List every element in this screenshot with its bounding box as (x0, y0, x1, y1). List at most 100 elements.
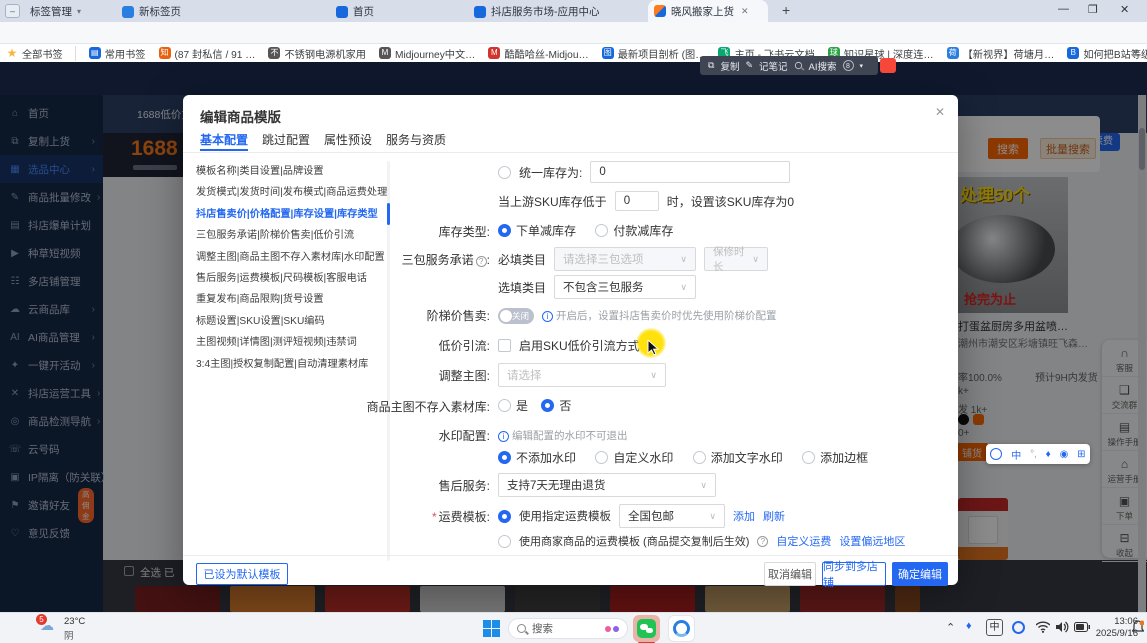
tab-service-qualification[interactable]: 服务与资质 (386, 131, 446, 148)
taskbar-search[interactable]: 搜索 (508, 618, 628, 639)
tab-homepage[interactable]: 首页 (330, 2, 380, 21)
bookmark-item[interactable]: ★ 全部书签 (6, 46, 76, 61)
notification-bell-icon[interactable] (1132, 620, 1144, 634)
weather-temp[interactable]: 23°C (64, 616, 85, 627)
bookmark-item[interactable]: ▤ 常用书签 (89, 46, 146, 61)
help-icon[interactable]: ? (757, 536, 768, 547)
pinned-tab-icon[interactable]: – (5, 4, 20, 18)
cancel-edit-button[interactable]: 取消编辑 (764, 562, 816, 586)
freight-refresh-link[interactable]: 刷新 (763, 508, 785, 524)
sync-multi-shop-button[interactable]: 同步到多店铺 (822, 562, 886, 586)
ime-icon[interactable]: 中 (986, 619, 1003, 636)
browser-logo (673, 620, 690, 637)
tab-skip-config[interactable]: 跳过配置 (262, 131, 310, 148)
radio-option[interactable]: 自定义水印 (595, 449, 673, 466)
radio-label: 添加文字水印 (711, 449, 783, 466)
freight-template-select[interactable]: 全国包邮 ∨ (619, 504, 725, 528)
custom-freight-link[interactable]: 自定义运费 (776, 533, 831, 549)
bookmark-item[interactable]: M 酷酷哈丝-Midjou… (488, 46, 588, 61)
start-button[interactable] (483, 620, 500, 637)
warranty-select[interactable]: 保修时长 ∨ (704, 247, 768, 271)
radio-option[interactable]: 添加文字水印 (693, 449, 783, 466)
help-icon[interactable]: ? (476, 256, 487, 267)
chevron-down-icon: ∨ (680, 254, 687, 265)
three-pack-optional-select[interactable]: 不包含三包服务 ∨ (554, 275, 696, 299)
confirm-edit-button[interactable]: 确定编辑 (892, 562, 948, 586)
radio-option[interactable]: 添加边框 (802, 449, 868, 466)
bookmark-item[interactable]: M Midjourney中文… (379, 46, 475, 61)
caret-down-icon[interactable]: ▾ (860, 62, 864, 70)
speaker-icon[interactable] (1056, 621, 1069, 633)
browser-tab-strip: – 标签管理 ▾ 新标签页 首页 抖店服务市场-应用中心 晓风搬家上货 ✕ + … (0, 0, 1147, 22)
freight-radio-2[interactable] (498, 535, 511, 548)
note-text: 开启后，设置抖店售卖价时优先使用阶梯价配置 (556, 310, 777, 322)
weather-desc[interactable]: 阴 (64, 628, 74, 642)
unified-stock-input[interactable] (590, 161, 790, 183)
translate-icon[interactable]: 中 (1011, 447, 1021, 462)
promo-red-badge[interactable] (880, 58, 896, 73)
radio-label: 不添加水印 (516, 449, 576, 466)
mic-tray-icon[interactable]: ♦ (966, 620, 972, 632)
default-template-button[interactable]: 已设为默认模板 (196, 563, 288, 585)
bookmark-item[interactable]: 知 (87 封私信 / 91 … (159, 46, 256, 61)
close-tab-icon[interactable]: ✕ (741, 6, 749, 17)
tray-expand-icon[interactable]: ⌃ (946, 621, 955, 634)
dots-icon[interactable]: °, (1030, 449, 1037, 460)
tab-basic-config[interactable]: 基本配置 (200, 131, 248, 148)
bookmark-item[interactable]: 荷 【新视界】荷塘月… (947, 46, 1055, 61)
radio-option[interactable]: 下单减库存 (498, 222, 576, 239)
note-text: 编辑配置的水印不可退出 (512, 430, 628, 442)
radio-icon (541, 399, 554, 412)
tab-label-manager[interactable]: 标签管理 ▾ (24, 2, 87, 21)
bookmark-item[interactable]: 图 最新项目剖析 (图… (602, 46, 706, 61)
tab-xiaofeng-active[interactable]: 晓风搬家上货 ✕ (648, 0, 768, 22)
modal-close-icon[interactable]: ✕ (935, 105, 945, 119)
tab-douyin-service-market[interactable]: 抖店服务市场-应用中心 (468, 2, 606, 21)
window-maximize-button[interactable]: ❐ (1088, 3, 1098, 16)
window-minimize-button[interactable]: — (1058, 3, 1069, 15)
grid-icon[interactable]: ⊞ (1077, 449, 1085, 460)
wifi-icon[interactable] (1036, 621, 1050, 633)
plugin-tray-icon[interactable] (1012, 621, 1025, 634)
person-icon[interactable]: ◉ (1060, 449, 1069, 460)
freight-radio-1[interactable] (498, 510, 511, 523)
take-note-button[interactable]: 记笔记 (759, 59, 788, 73)
dot (613, 626, 619, 632)
tab-new-tab[interactable]: 新标签页 (116, 2, 187, 21)
plugin-circle-icon[interactable] (990, 448, 1002, 460)
radio-option[interactable]: 否 (541, 397, 571, 414)
mic-icon[interactable]: ♦ (1046, 449, 1051, 460)
ai-search-button[interactable]: AI搜索 (809, 59, 837, 73)
three-pack-required-select[interactable]: 请选择三包选项 ∨ (554, 247, 696, 271)
window-close-button[interactable]: ✕ (1120, 3, 1129, 16)
anchor-menu-label: 标题设置|SKU设置|SKU编码 (196, 316, 325, 327)
row-tier-price: 阶梯价售卖: 关闭 i开启后，设置抖店售卖价时优先使用阶梯价配置 (340, 307, 952, 324)
wechat-taskbar-icon[interactable] (633, 615, 660, 642)
row-watermark-options: 不添加水印 自定义水印 添加文字水印 添加边框 (340, 449, 952, 467)
radio-label: 是 (516, 397, 528, 414)
bookmarks-overflow-icon[interactable]: » (1132, 46, 1138, 58)
adjust-img-select[interactable]: 请选择 ∨ (498, 363, 666, 387)
tier-price-toggle[interactable]: 关闭 (498, 308, 534, 324)
new-tab-button[interactable]: + (782, 2, 790, 18)
app-circle-icon[interactable]: 8 (843, 60, 854, 71)
tab-attr-preset[interactable]: 属性预设 (324, 131, 372, 148)
after-sale-select[interactable]: 支持7天无理由退货 ∨ (498, 473, 716, 497)
radio-label: 下单减库存 (516, 222, 576, 239)
freight-add-link[interactable]: 添加 (733, 508, 755, 524)
xiaofeng-logo-icon (654, 5, 666, 17)
browser-taskbar-icon[interactable] (668, 615, 695, 642)
low-stock-input[interactable] (615, 191, 659, 211)
radio-option[interactable]: 付款减库存 (595, 222, 673, 239)
stock-type-label: 库存类型: (340, 223, 490, 240)
copy-button[interactable]: 复制 (720, 59, 739, 73)
radio-option[interactable]: 是 (498, 397, 528, 414)
clock-date[interactable]: 2025/9/16 (1086, 628, 1138, 639)
bookmark-item[interactable]: 不 不锈钢电源机家用 (268, 46, 366, 61)
radio-unified-stock[interactable] (498, 166, 511, 179)
remote-area-link[interactable]: 设置偏远地区 (839, 533, 905, 549)
low-price-checkbox[interactable] (498, 339, 511, 352)
radio-option[interactable]: 不添加水印 (498, 449, 576, 466)
stock-type-options: 下单减库存 付款减库存 (498, 222, 689, 240)
address-bar: » ← → ⟳ ⌂ https://xfdyorder.zzbtool.com/… (0, 22, 1147, 44)
